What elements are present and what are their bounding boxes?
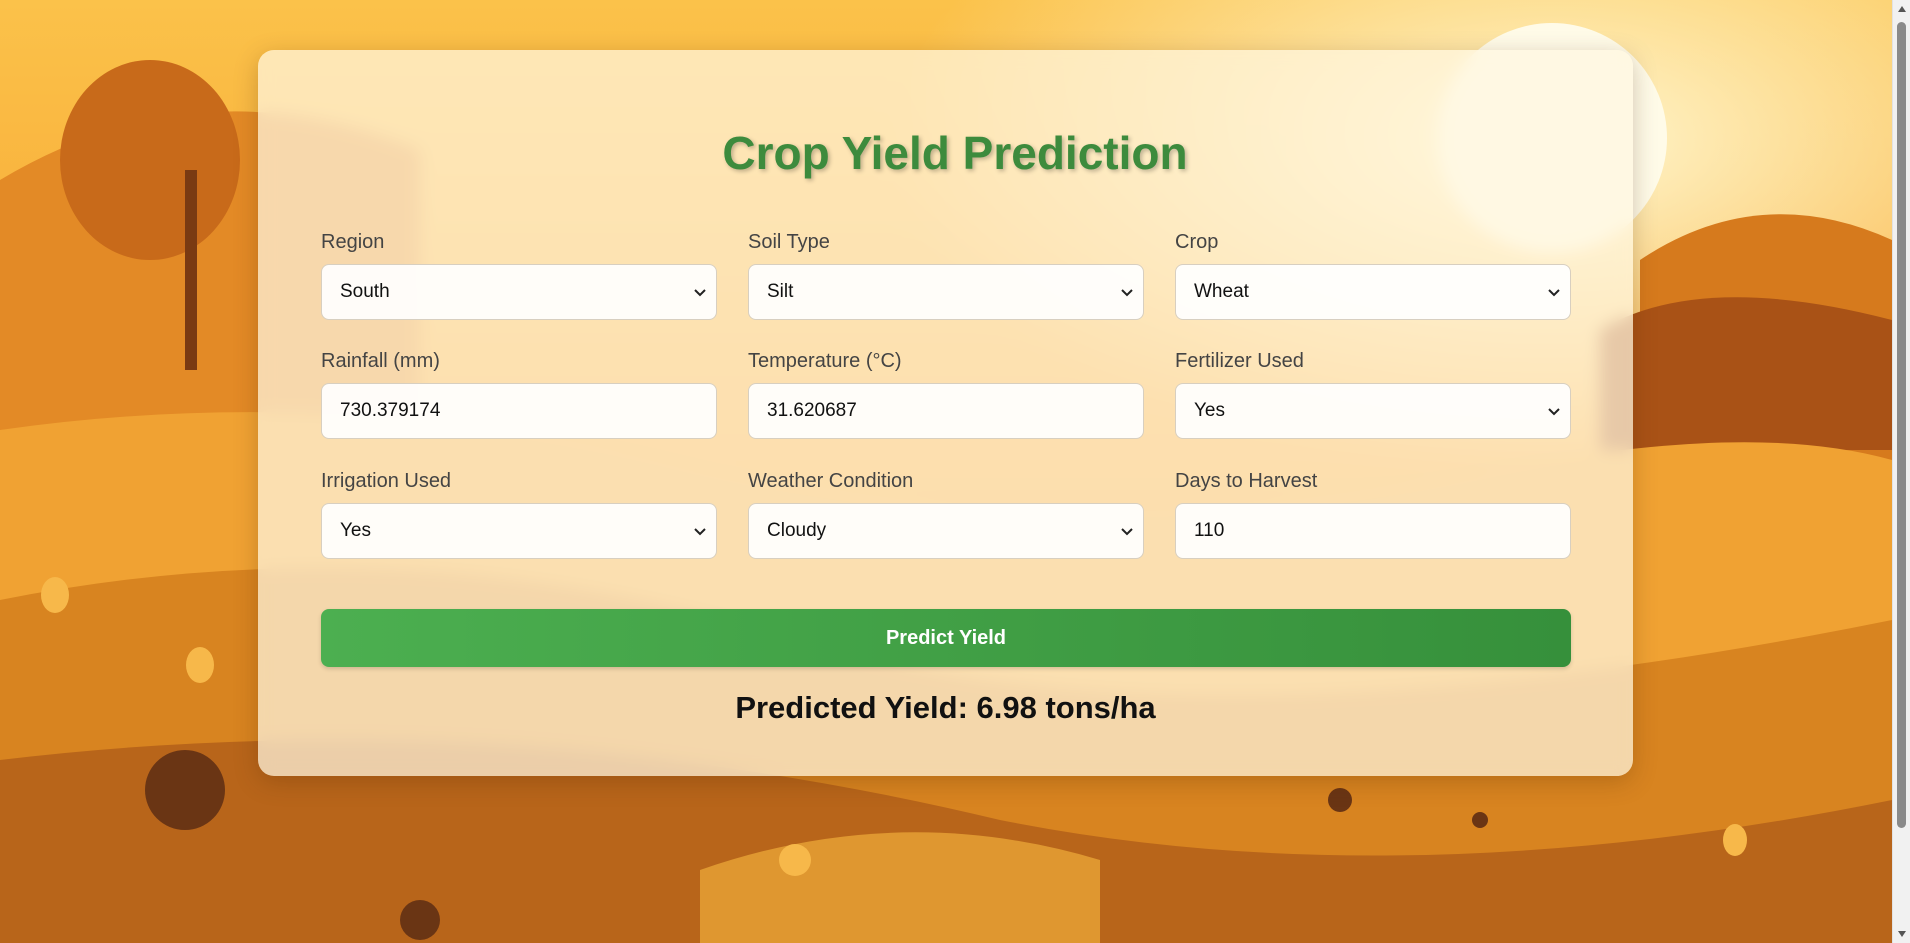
region-field: Region South bbox=[321, 230, 717, 320]
chevron-down-icon bbox=[694, 289, 706, 297]
irrigation-select-value: Yes bbox=[340, 520, 371, 541]
weather-select-value: Cloudy bbox=[767, 520, 827, 541]
vertical-scrollbar[interactable] bbox=[1892, 0, 1910, 943]
scrollbar-thumb[interactable] bbox=[1897, 22, 1906, 828]
weather-field: Weather Condition Cloudy bbox=[748, 469, 1144, 559]
crop-field: Crop Wheat bbox=[1175, 230, 1571, 320]
days-to-harvest-input-value: 110 bbox=[1194, 520, 1225, 541]
soil-type-select[interactable]: Silt bbox=[748, 264, 1144, 320]
temperature-field: Temperature (°C) 31.620687 bbox=[748, 349, 1144, 439]
scroll-up-button[interactable] bbox=[1893, 0, 1910, 18]
soil-type-label: Soil Type bbox=[748, 231, 830, 253]
predict-yield-button[interactable]: Predict Yield bbox=[321, 609, 1571, 667]
chevron-down-icon bbox=[1121, 528, 1133, 536]
page-title: Crop Yield Prediction bbox=[722, 127, 1188, 179]
crop-label: Crop bbox=[1175, 231, 1219, 253]
days-to-harvest-input[interactable]: 110 bbox=[1175, 503, 1571, 559]
rainfall-input[interactable]: 730.379174 bbox=[321, 383, 717, 439]
crop-select[interactable]: Wheat bbox=[1175, 264, 1571, 320]
weather-select[interactable]: Cloudy bbox=[748, 503, 1144, 559]
region-label: Region bbox=[321, 231, 385, 253]
page-viewport: Crop Yield Prediction Region South Soil … bbox=[0, 0, 1910, 943]
fertilizer-select-value: Yes bbox=[1194, 400, 1225, 421]
rainfall-input-value: 730.379174 bbox=[340, 400, 441, 421]
days-to-harvest-field: Days to Harvest 110 bbox=[1175, 469, 1571, 559]
chevron-down-icon bbox=[1121, 289, 1133, 297]
scroll-up-arrow-icon bbox=[1898, 6, 1906, 12]
soil-type-field: Soil Type Silt bbox=[748, 230, 1144, 320]
fertilizer-field: Fertilizer Used Yes bbox=[1175, 349, 1571, 439]
crop-select-value: Wheat bbox=[1194, 281, 1249, 302]
fertilizer-select[interactable]: Yes bbox=[1175, 383, 1571, 439]
region-select[interactable]: South bbox=[321, 264, 717, 320]
region-select-value: South bbox=[340, 281, 390, 302]
temperature-input[interactable]: 31.620687 bbox=[748, 383, 1144, 439]
irrigation-label: Irrigation Used bbox=[321, 470, 452, 492]
irrigation-field: Irrigation Used Yes bbox=[321, 469, 717, 559]
weather-label: Weather Condition bbox=[748, 470, 914, 492]
soil-type-select-value: Silt bbox=[767, 281, 794, 302]
rainfall-label: Rainfall (mm) bbox=[321, 350, 440, 372]
temperature-label: Temperature (°C) bbox=[748, 350, 902, 372]
days-to-harvest-label: Days to Harvest bbox=[1175, 470, 1318, 492]
temperature-input-value: 31.620687 bbox=[767, 400, 857, 421]
scroll-down-button[interactable] bbox=[1893, 925, 1910, 943]
chevron-down-icon bbox=[1548, 289, 1560, 297]
rainfall-field: Rainfall (mm) 730.379174 bbox=[321, 349, 717, 439]
predicted-yield-result: Predicted Yield: 6.98 tons/ha bbox=[735, 690, 1156, 725]
chevron-down-icon bbox=[694, 528, 706, 536]
irrigation-select[interactable]: Yes bbox=[321, 503, 717, 559]
fertilizer-label: Fertilizer Used bbox=[1175, 350, 1304, 372]
scroll-down-arrow-icon bbox=[1898, 931, 1906, 937]
chevron-down-icon bbox=[1548, 408, 1560, 416]
